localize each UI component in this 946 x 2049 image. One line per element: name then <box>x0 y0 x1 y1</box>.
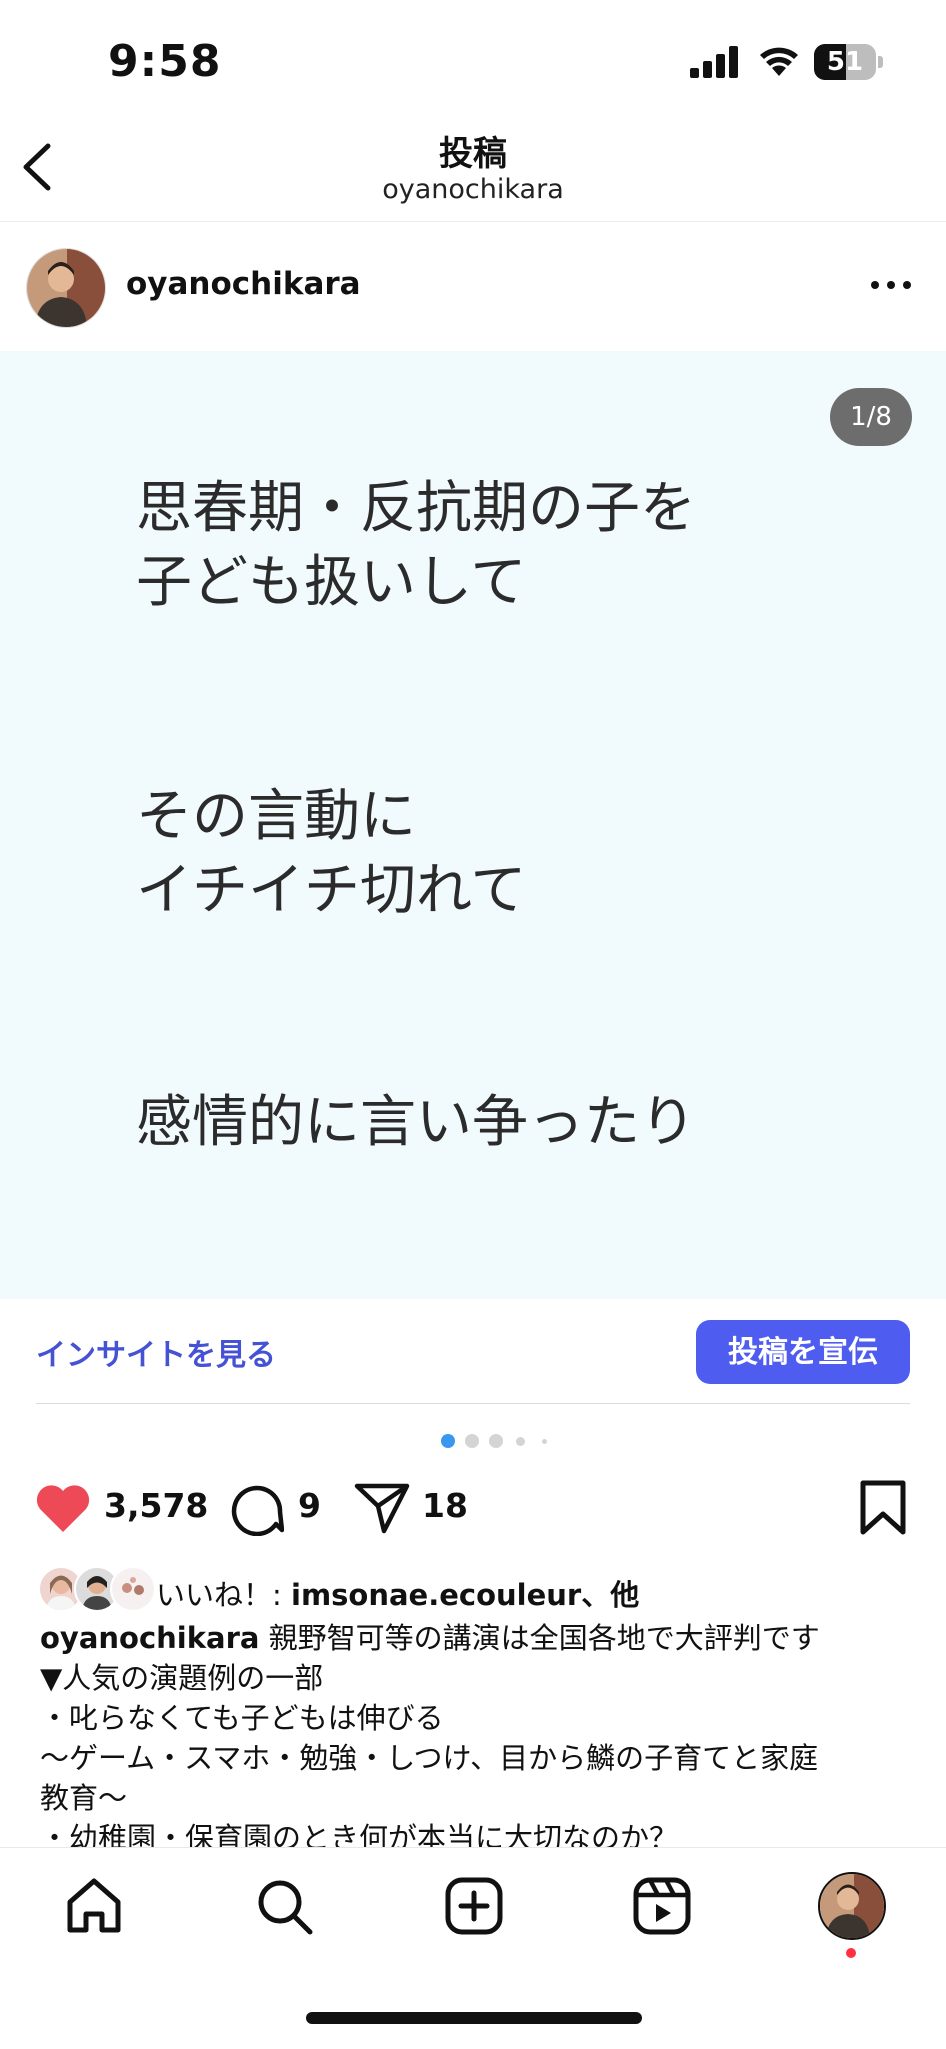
like-count[interactable]: 3,578 <box>104 1486 208 1525</box>
post-text-line: イチイチ切れて <box>136 858 527 923</box>
liked-by-text[interactable]: いいね！: imsonae.ecouleur、他 <box>156 1572 639 1614</box>
author-username[interactable]: oyanochikara <box>126 266 361 302</box>
post-text-line: その言動に <box>136 784 416 849</box>
header-divider <box>0 221 946 222</box>
wifi-icon <box>760 47 798 76</box>
post-caption: oyanochikara 親野智可等の講演は全国各地で大評判です ▼人気の演題例… <box>40 1618 920 1858</box>
page-title: 投稿 <box>439 134 507 174</box>
liker-avatar[interactable] <box>110 1566 156 1612</box>
battery-percent: 51 <box>826 47 864 77</box>
bookmark-icon[interactable] <box>858 1480 908 1536</box>
carousel-dot <box>489 1434 503 1448</box>
notification-dot <box>846 1948 856 1958</box>
search-icon[interactable] <box>254 1876 314 1936</box>
liked-by-prefix: いいね！: <box>156 1578 291 1612</box>
share-paper-plane-icon[interactable] <box>354 1482 410 1534</box>
post-text-paragraph: 思春期・反抗期の子を 子ども扱いして <box>136 472 696 620</box>
liked-by-user[interactable]: imsonae.ecouleur <box>291 1578 581 1612</box>
caption-line: ・叱らなくても子どもは伸びる <box>40 1701 444 1735</box>
comment-count[interactable]: 9 <box>298 1486 321 1525</box>
caption-line: 教育〜 <box>40 1781 128 1815</box>
caption-line: ▼人気の演題例の一部 <box>40 1661 324 1695</box>
post-text-line: 思春期・反抗期の子を <box>136 476 696 541</box>
post-text-line: 子ども扱いして <box>136 550 527 615</box>
cellular-signal-icon <box>690 46 738 78</box>
caption-username[interactable]: oyanochikara <box>40 1621 259 1655</box>
promote-post-button[interactable]: 投稿を宣伝 <box>696 1320 910 1384</box>
caption-line: 〜ゲーム・スマホ・勉強・しつけ、目から鱗の子育てと家庭 <box>40 1741 819 1775</box>
carousel-dot <box>516 1437 525 1446</box>
carousel-dot-active <box>441 1434 455 1448</box>
carousel-dot <box>542 1439 547 1444</box>
caption-text: 親野智可等の講演は全国各地で大評判です <box>259 1621 820 1655</box>
status-time: 9:58 <box>108 36 222 87</box>
carousel-dot <box>465 1434 479 1448</box>
more-horizontal-icon[interactable] <box>868 270 914 300</box>
home-icon[interactable] <box>64 1876 124 1936</box>
battery-icon: 51 <box>814 44 884 80</box>
divider <box>36 1403 910 1404</box>
home-indicator <box>306 2012 642 2024</box>
post-text-paragraph: 感情的に言い争ったり <box>136 1086 696 1160</box>
share-count[interactable]: 18 <box>422 1486 468 1525</box>
post-text-line: 感情的に言い争ったり <box>136 1090 696 1155</box>
liked-by-suffix[interactable]: 、他 <box>581 1578 639 1612</box>
carousel-counter: 1/8 <box>830 388 912 446</box>
author-avatar[interactable] <box>26 248 106 328</box>
profile-tab-avatar[interactable] <box>818 1872 886 1940</box>
post-text-paragraph: その言動に イチイチ切れて <box>136 780 526 928</box>
view-insights-link[interactable]: インサイトを見る <box>36 1330 276 1374</box>
heart-filled-icon[interactable] <box>34 1482 92 1534</box>
comment-icon[interactable] <box>230 1482 284 1536</box>
reels-icon[interactable] <box>632 1876 692 1936</box>
page-subtitle: oyanochikara <box>382 174 564 205</box>
create-icon[interactable] <box>444 1876 504 1936</box>
